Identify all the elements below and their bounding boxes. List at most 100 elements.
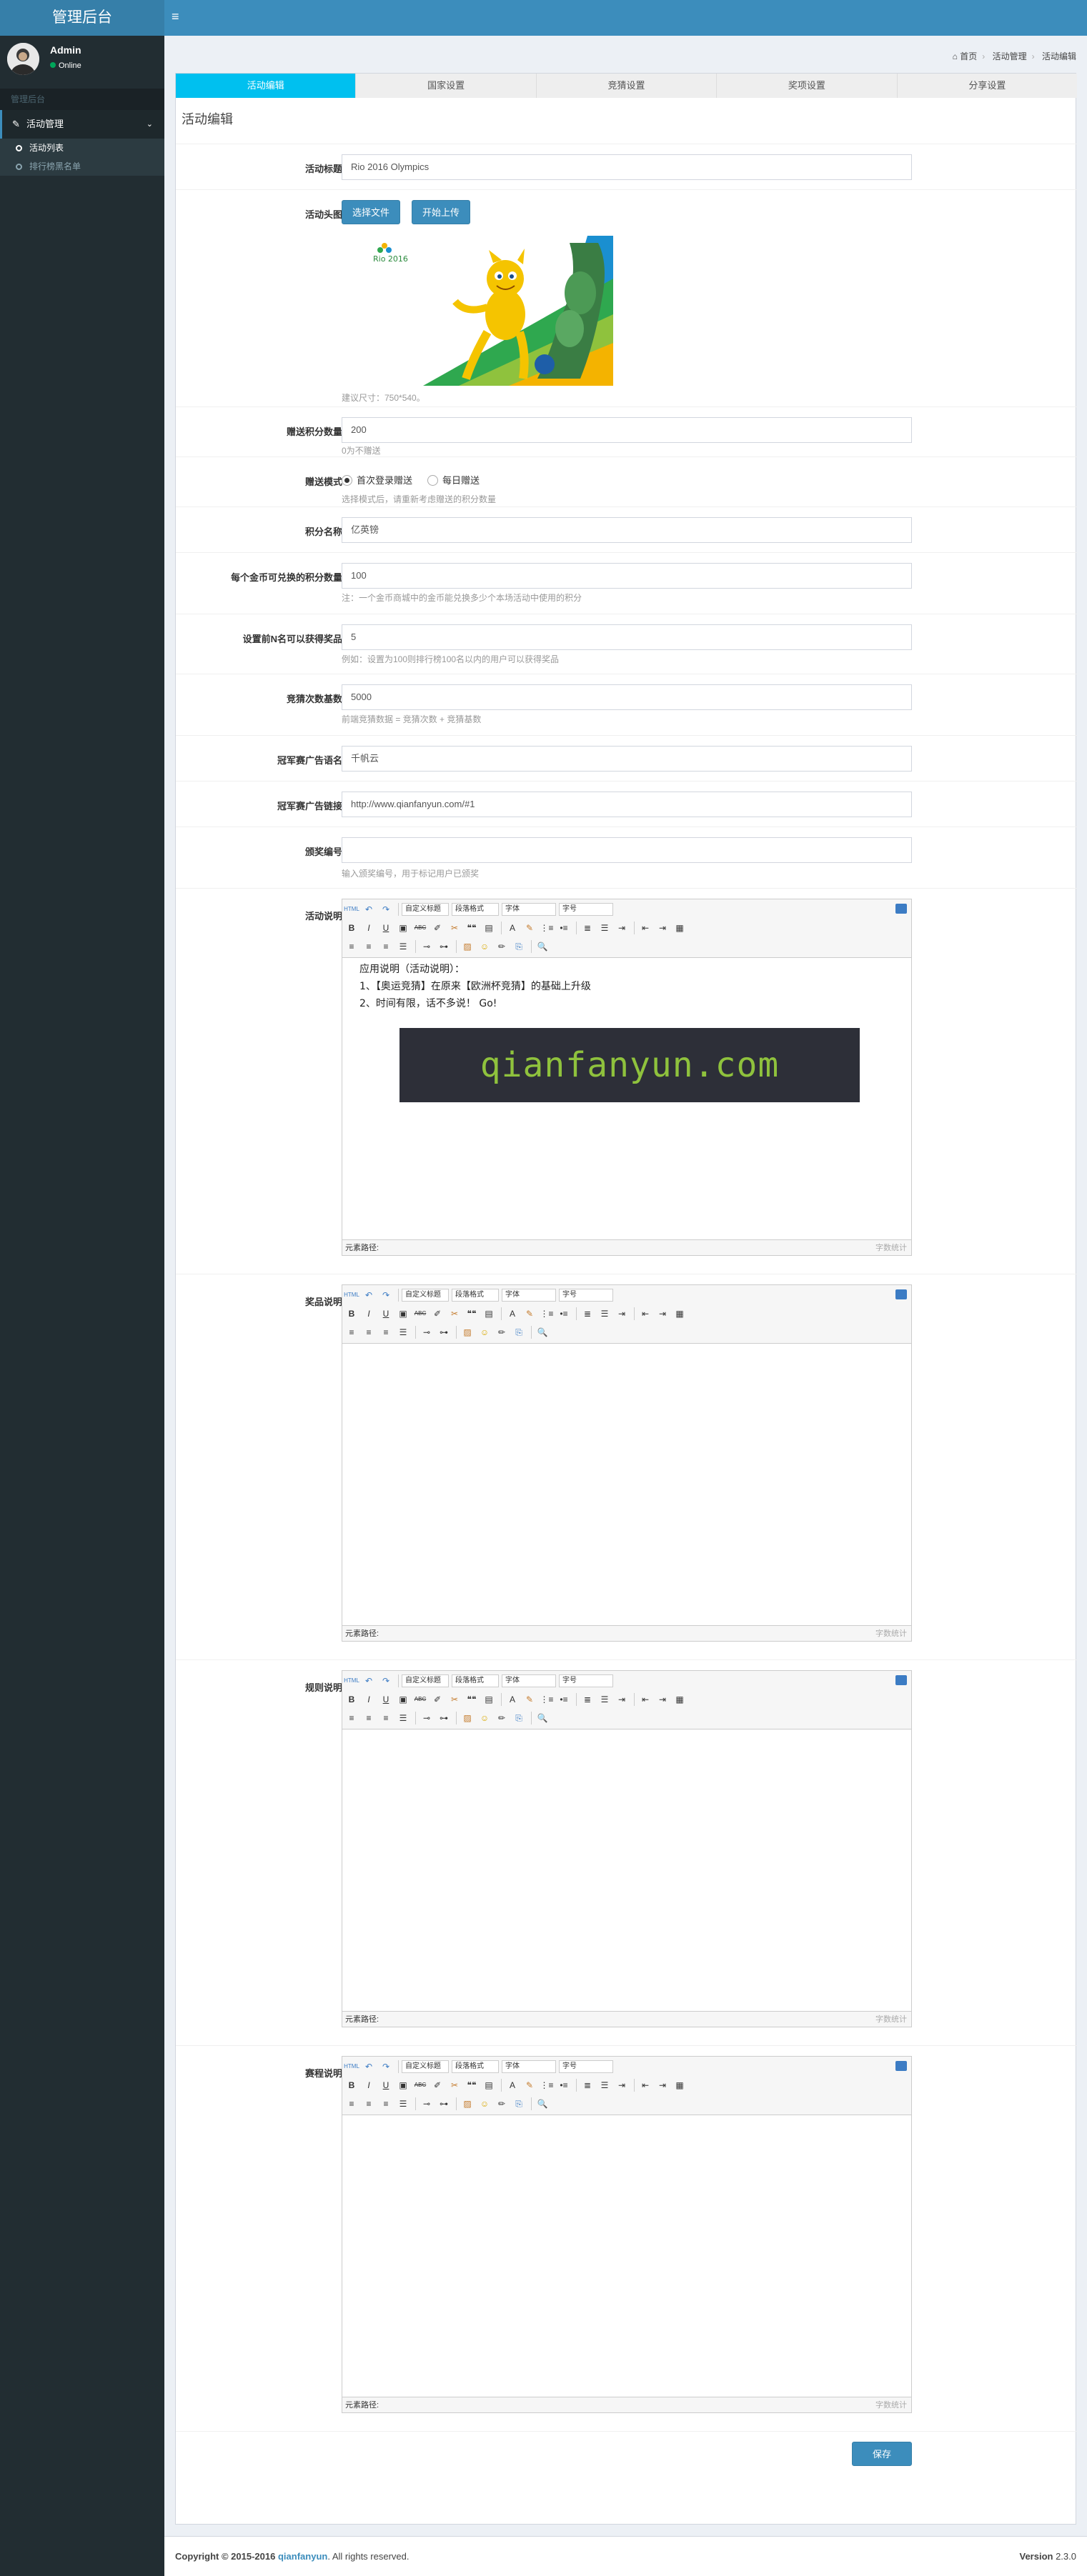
source-icon[interactable]: HTML	[344, 1288, 359, 1302]
ltr-icon[interactable]: ⇤	[637, 2078, 653, 2092]
image-icon[interactable]: ▨	[460, 939, 475, 954]
unordered-list-icon[interactable]: •≡	[556, 2078, 572, 2092]
tab-country-settings[interactable]: 国家设置	[356, 74, 537, 98]
format-brush-icon[interactable]: ✐	[430, 1692, 445, 1707]
redo-icon[interactable]: ↷	[378, 902, 394, 917]
font-select[interactable]: 字体	[502, 903, 556, 916]
fullscreen-icon[interactable]	[895, 1289, 907, 1299]
blockquote-icon[interactable]: ❝❝	[464, 921, 480, 935]
search-replace-icon[interactable]: 🔍	[535, 2097, 550, 2111]
undo-icon[interactable]: ↶	[361, 1288, 377, 1302]
clear-format-icon[interactable]: ✂	[447, 1692, 462, 1707]
attachment-icon[interactable]: ⎘	[511, 1711, 527, 1725]
align-left-icon[interactable]: ≡	[344, 939, 359, 954]
format-brush-icon[interactable]: ✐	[430, 2078, 445, 2092]
align-right-icon[interactable]: ≡	[378, 939, 394, 954]
format-brush-icon[interactable]: ✐	[430, 1307, 445, 1321]
scrawl-icon[interactable]: ✏	[494, 1325, 510, 1339]
strikethrough-icon[interactable]: ABC	[412, 1692, 428, 1707]
highlight-icon[interactable]: ✎	[522, 1307, 537, 1321]
font-color-icon[interactable]: A	[505, 921, 520, 935]
schedule-desc-editor[interactable]: HTML ↶ ↷ 自定义标题 段落格式 字体 字号 B I U ▣ ABC ✐ …	[342, 2056, 912, 2413]
font-select[interactable]: 字体	[502, 1674, 556, 1687]
font-color-icon[interactable]: A	[505, 1307, 520, 1321]
undo-icon[interactable]: ↶	[361, 902, 377, 917]
tab-share-settings[interactable]: 分享设置	[897, 74, 1078, 98]
border-icon[interactable]: ▣	[395, 2078, 411, 2092]
tab-prize-settings[interactable]: 奖项设置	[717, 74, 898, 98]
paragraph-select[interactable]: 段落格式	[452, 903, 499, 916]
redo-icon[interactable]: ↷	[378, 1674, 394, 1688]
choose-file-button[interactable]: 选择文件	[342, 200, 401, 224]
font-color-icon[interactable]: A	[505, 1692, 520, 1707]
bold-icon[interactable]: B	[344, 2078, 359, 2092]
prize-desc-editor[interactable]: HTML ↶ ↷ 自定义标题 段落格式 字体 字号 B I U ▣ ABC ✐ …	[342, 1284, 912, 1642]
italic-icon[interactable]: I	[361, 1307, 377, 1321]
unordered-list-icon[interactable]: •≡	[556, 921, 572, 935]
blockquote-icon[interactable]: ❝❝	[464, 1307, 480, 1321]
champion-ad-name-input[interactable]: 千帆云	[342, 746, 912, 772]
row-spacing-icon[interactable]: ≣	[580, 1307, 595, 1321]
indent-icon[interactable]: ⇥	[614, 1307, 630, 1321]
points-per-coin-input[interactable]: 100	[342, 563, 912, 589]
prize-code-input[interactable]	[342, 837, 912, 863]
unlink-icon[interactable]: ⊶	[436, 939, 452, 954]
format-brush-icon[interactable]: ✐	[430, 921, 445, 935]
emotion-icon[interactable]: ☺	[477, 1325, 492, 1339]
border-icon[interactable]: ▣	[395, 1692, 411, 1707]
strikethrough-icon[interactable]: ABC	[412, 1307, 428, 1321]
align-center-icon[interactable]: ≡	[361, 1325, 377, 1339]
activity-desc-editor[interactable]: HTML ↶ ↷ 自定义标题 段落格式 字体 字号 B I U ▣ ABC ✐ …	[342, 899, 912, 1256]
start-upload-button[interactable]: 开始上传	[412, 200, 471, 224]
font-color-icon[interactable]: A	[505, 2078, 520, 2092]
align-right-icon[interactable]: ≡	[378, 1325, 394, 1339]
emotion-icon[interactable]: ☺	[477, 939, 492, 954]
image-icon[interactable]: ▨	[460, 2097, 475, 2111]
html-block-icon[interactable]: ▦	[672, 1307, 688, 1321]
row-spacing-icon[interactable]: ≣	[580, 921, 595, 935]
editor-body[interactable]	[342, 2115, 911, 2397]
source-icon[interactable]: HTML	[344, 1674, 359, 1688]
underline-icon[interactable]: U	[378, 2078, 394, 2092]
undo-icon[interactable]: ↶	[361, 1674, 377, 1688]
scrawl-icon[interactable]: ✏	[494, 939, 510, 954]
paste-plain-icon[interactable]: ▤	[481, 921, 497, 935]
html-block-icon[interactable]: ▦	[672, 921, 688, 935]
link-icon[interactable]: ⊸	[419, 1325, 435, 1339]
editor-body[interactable]	[342, 1344, 911, 1625]
unordered-list-icon[interactable]: •≡	[556, 1692, 572, 1707]
bold-icon[interactable]: B	[344, 1307, 359, 1321]
unlink-icon[interactable]: ⊶	[436, 2097, 452, 2111]
bold-icon[interactable]: B	[344, 1692, 359, 1707]
rtl-icon[interactable]: ⇥	[655, 2078, 670, 2092]
italic-icon[interactable]: I	[361, 921, 377, 935]
guess-base-input[interactable]: 5000	[342, 684, 912, 710]
paste-plain-icon[interactable]: ▤	[481, 1692, 497, 1707]
source-icon[interactable]: HTML	[344, 902, 359, 917]
align-left-icon[interactable]: ≡	[344, 1325, 359, 1339]
fullscreen-icon[interactable]	[895, 2061, 907, 2071]
indent-icon[interactable]: ⇥	[614, 2078, 630, 2092]
ltr-icon[interactable]: ⇤	[637, 1307, 653, 1321]
scrawl-icon[interactable]: ✏	[494, 1711, 510, 1725]
highlight-icon[interactable]: ✎	[522, 1692, 537, 1707]
rtl-icon[interactable]: ⇥	[655, 1692, 670, 1707]
app-logo[interactable]: 管理后台	[0, 0, 164, 36]
align-left-icon[interactable]: ≡	[344, 1711, 359, 1725]
attachment-icon[interactable]: ⎘	[511, 939, 527, 954]
justify-icon[interactable]: ☰	[395, 1325, 411, 1339]
unordered-list-icon[interactable]: •≡	[556, 1307, 572, 1321]
strikethrough-icon[interactable]: ABC	[412, 921, 428, 935]
fullscreen-icon[interactable]	[895, 1675, 907, 1685]
font-select[interactable]: 字体	[502, 2060, 556, 2073]
paragraph-select[interactable]: 段落格式	[452, 1674, 499, 1687]
align-center-icon[interactable]: ≡	[361, 1711, 377, 1725]
sidebar-item-activity-management[interactable]: ✎ 活动管理 ⌄	[0, 110, 164, 139]
italic-icon[interactable]: I	[361, 2078, 377, 2092]
points-name-input[interactable]: 亿英镑	[342, 517, 912, 543]
ordered-list-icon[interactable]: ⋮≡	[539, 2078, 555, 2092]
title-input[interactable]: Rio 2016 Olympics	[342, 154, 912, 180]
clear-format-icon[interactable]: ✂	[447, 2078, 462, 2092]
redo-icon[interactable]: ↷	[378, 1288, 394, 1302]
justify-icon[interactable]: ☰	[395, 939, 411, 954]
